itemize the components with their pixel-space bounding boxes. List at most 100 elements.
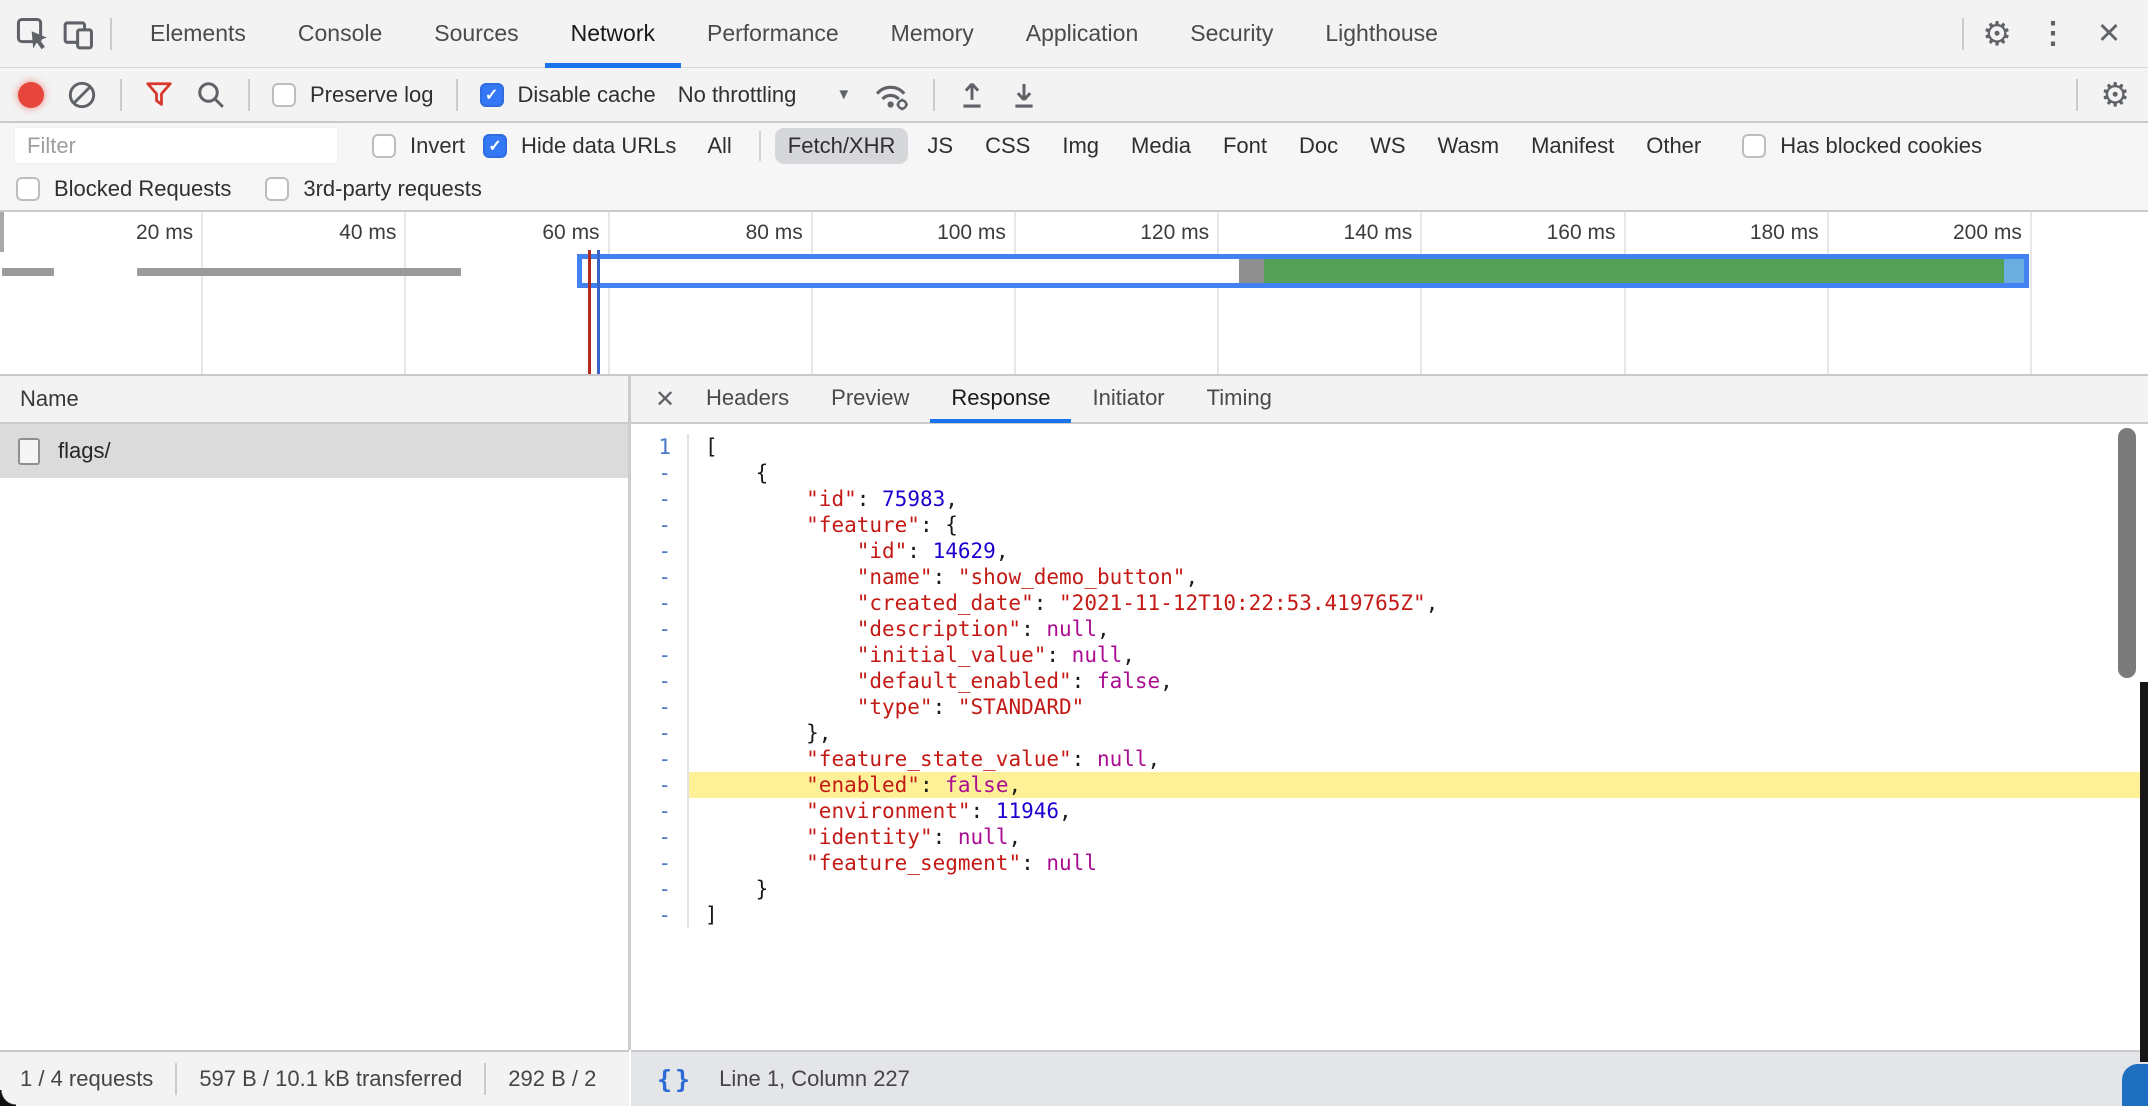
line-number: -	[631, 850, 687, 876]
inspect-element-button[interactable]	[10, 11, 56, 57]
filter-type-fetch-xhr[interactable]: Fetch/XHR	[775, 128, 909, 164]
network-summary-bar: 1 / 4 requests 597 B / 10.1 kB transferr…	[0, 1050, 629, 1106]
pretty-print-button[interactable]: {}	[657, 1065, 693, 1094]
tab-console[interactable]: Console	[272, 0, 408, 68]
code-line: - {	[631, 460, 2148, 486]
timeline-ticks: 20 ms40 ms60 ms80 ms100 ms120 ms140 ms16…	[0, 212, 2148, 374]
preserve-log-option[interactable]: Preserve log	[272, 82, 434, 108]
filter-type-all[interactable]: All	[694, 128, 744, 164]
third-party-requests-checkbox[interactable]	[265, 177, 289, 201]
network-settings-button[interactable]: ⚙	[2100, 75, 2130, 114]
record-button[interactable]	[18, 82, 44, 108]
filter-type-css[interactable]: CSS	[972, 128, 1043, 164]
overview-request-bar	[2, 268, 54, 276]
requests-table: Name flags/	[0, 376, 630, 1050]
line-number: -	[631, 798, 687, 824]
filter-type-other[interactable]: Other	[1633, 128, 1714, 164]
more-options-button[interactable]: ⋮	[2030, 11, 2076, 57]
blocked-requests-checkbox[interactable]	[16, 177, 40, 201]
code-text: "id": 14629,	[687, 538, 2148, 564]
code-text: "type": "STANDARD"	[687, 694, 2148, 720]
vertical-scrollbar[interactable]	[2118, 428, 2136, 678]
code-line: - "type": "STANDARD"	[631, 694, 2148, 720]
filter-type-ws[interactable]: WS	[1357, 128, 1418, 164]
divider	[759, 131, 761, 161]
filter-funnel-button[interactable]	[144, 80, 174, 110]
filter-type-manifest[interactable]: Manifest	[1518, 128, 1627, 164]
filter-type-img[interactable]: Img	[1049, 128, 1112, 164]
code-text: }	[687, 876, 2148, 902]
devtools-settings-button[interactable]: ⚙	[1974, 11, 2020, 57]
device-toolbar-icon	[61, 16, 97, 52]
tab-response[interactable]: Response	[930, 376, 1071, 423]
divider	[175, 1063, 177, 1095]
search-button[interactable]	[196, 80, 226, 110]
line-number: -	[631, 720, 687, 746]
filter-type-js[interactable]: JS	[914, 128, 966, 164]
preserve-log-checkbox[interactable]	[272, 83, 296, 107]
line-number: -	[631, 486, 687, 512]
import-har-button[interactable]	[957, 79, 987, 111]
code-line: - "feature_state_value": null,	[631, 746, 2148, 772]
clear-requests-button[interactable]	[66, 79, 98, 111]
line-number: -	[631, 616, 687, 642]
gear-icon: ⚙	[1982, 14, 2012, 53]
tab-memory[interactable]: Memory	[865, 0, 1000, 68]
code-text: "description": null,	[687, 616, 2148, 642]
invert-label: Invert	[410, 133, 465, 159]
close-detail-button[interactable]: ✕	[645, 376, 685, 423]
blocked-requests-option[interactable]: Blocked Requests	[16, 176, 231, 202]
code-line: -]	[631, 902, 2148, 928]
name-column-header[interactable]: Name	[0, 376, 628, 424]
main-tabs: ElementsConsoleSourcesNetworkPerformance…	[124, 0, 1464, 68]
tab-preview[interactable]: Preview	[810, 376, 930, 423]
tab-application[interactable]: Application	[1000, 0, 1165, 68]
filter-type-wasm[interactable]: Wasm	[1425, 128, 1513, 164]
waterfall-download-segment	[1264, 259, 2004, 283]
close-icon: ✕	[655, 385, 675, 414]
filter-type-font[interactable]: Font	[1210, 128, 1280, 164]
code-text: "feature_state_value": null,	[687, 746, 2148, 772]
export-har-button[interactable]	[1009, 79, 1039, 111]
timeline-overview[interactable]: 20 ms40 ms60 ms80 ms100 ms120 ms140 ms16…	[0, 212, 2148, 376]
hide-data-urls-checkbox[interactable]	[483, 134, 507, 158]
invert-checkbox[interactable]	[372, 134, 396, 158]
code-line: - "initial_value": null,	[631, 642, 2148, 668]
has-blocked-cookies-option[interactable]: Has blocked cookies	[1742, 133, 1982, 159]
code-line: - },	[631, 720, 2148, 746]
throttling-select[interactable]: No throttling ▼	[678, 82, 851, 108]
timeline-tick: 180 ms	[1626, 212, 1829, 374]
tab-security[interactable]: Security	[1164, 0, 1299, 68]
filter-type-media[interactable]: Media	[1118, 128, 1204, 164]
toggle-device-toolbar-button[interactable]	[56, 11, 102, 57]
third-party-requests-option[interactable]: 3rd-party requests	[265, 176, 482, 202]
tab-initiator[interactable]: Initiator	[1071, 376, 1185, 423]
disable-cache-option[interactable]: Disable cache	[480, 82, 656, 108]
network-conditions-button[interactable]	[873, 78, 911, 112]
filter-type-doc[interactable]: Doc	[1286, 128, 1351, 164]
has-blocked-cookies-checkbox[interactable]	[1742, 134, 1766, 158]
tab-performance[interactable]: Performance	[681, 0, 865, 68]
waterfall-end-segment	[2004, 259, 2024, 283]
code-line: - "description": null,	[631, 616, 2148, 642]
tab-lighthouse[interactable]: Lighthouse	[1299, 0, 1464, 68]
close-devtools-button[interactable]: ✕	[2086, 11, 2132, 57]
code-line: - "environment": 11946,	[631, 798, 2148, 824]
invert-option[interactable]: Invert	[372, 133, 465, 159]
resource-type-filters: All Fetch/XHRJSCSSImgMediaFontDocWSWasmMa…	[694, 128, 1714, 164]
code-text: "enabled": false,	[687, 772, 2148, 798]
cursor-position: Line 1, Column 227	[719, 1066, 910, 1092]
line-number: -	[631, 772, 687, 798]
tab-headers[interactable]: Headers	[685, 376, 810, 423]
request-options-bar: Blocked Requests 3rd-party requests	[0, 168, 2148, 212]
tab-network[interactable]: Network	[545, 0, 681, 68]
tab-timing[interactable]: Timing	[1186, 376, 1293, 423]
filter-input[interactable]	[14, 127, 338, 164]
tab-sources[interactable]: Sources	[408, 0, 544, 68]
hide-data-urls-label: Hide data URLs	[521, 133, 676, 159]
timeline-origin-tick	[0, 212, 4, 252]
tab-elements[interactable]: Elements	[124, 0, 272, 68]
request-row-flags[interactable]: flags/	[0, 424, 628, 478]
disable-cache-checkbox[interactable]	[480, 83, 504, 107]
hide-data-urls-option[interactable]: Hide data URLs	[483, 133, 676, 159]
